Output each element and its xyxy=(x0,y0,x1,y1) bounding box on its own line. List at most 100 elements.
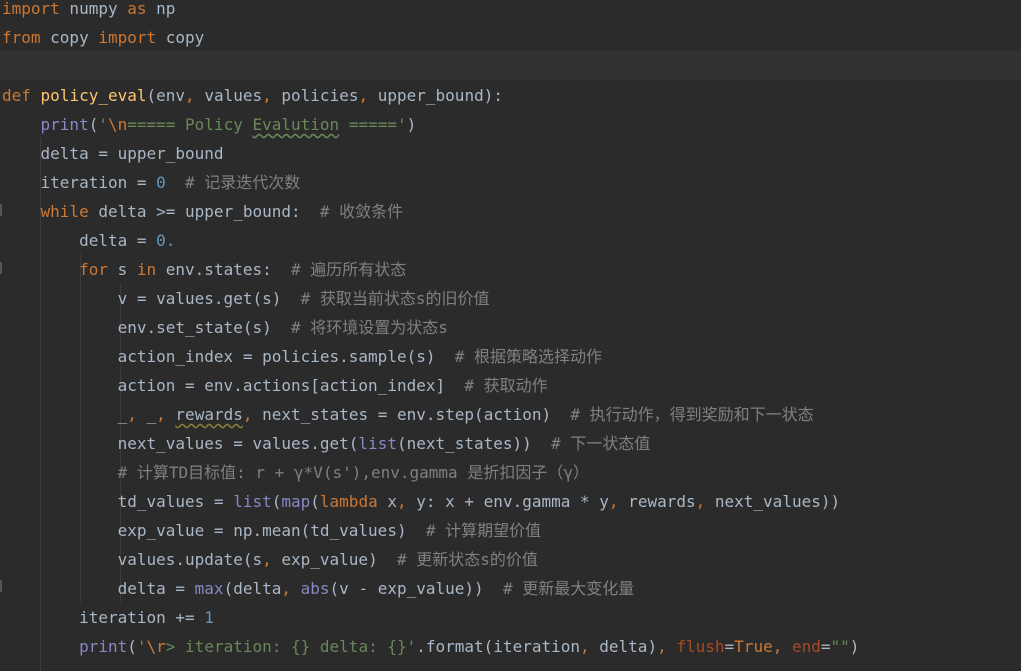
code-token: map xyxy=(281,492,311,511)
code-token: ( xyxy=(271,492,282,511)
code-token: # 执行动作，得到奖励和下一状态 xyxy=(551,405,814,424)
code-token: , xyxy=(281,579,291,598)
code-token: , xyxy=(657,637,667,656)
code-line[interactable]: for s in env.states: # 遍历所有状态 xyxy=(0,255,1021,284)
code-token: = xyxy=(724,637,735,656)
code-token: # 计算TD目标值: r + γ*V(s'),env.gamma 是折扣因子（γ… xyxy=(2,463,589,482)
code-token: values.update(s xyxy=(2,550,263,569)
code-token: # 更新状态s的价值 xyxy=(377,550,538,569)
code-line[interactable]: print('\r> iteration: {} delta: {}'.form… xyxy=(0,632,1021,661)
code-token: while xyxy=(40,202,89,221)
code-token: flush xyxy=(676,637,725,656)
code-token: ( xyxy=(127,637,137,656)
code-token: \r xyxy=(146,637,166,656)
code-line[interactable]: action_index = policies.sample(s) # 根据策略… xyxy=(0,342,1021,371)
code-token: next_states = env.step(action) xyxy=(252,405,552,424)
code-editor[interactable]: import numpy as np from copy import copy d… xyxy=(0,0,1021,671)
code-line[interactable]: exp_value = np.mean(td_values) # 计算期望价值 xyxy=(0,516,1021,545)
code-token: (delta xyxy=(223,579,282,598)
code-token: 0. xyxy=(156,231,176,250)
code-token: _ xyxy=(2,405,128,424)
code-token: td_values = xyxy=(2,492,234,511)
code-token: copy xyxy=(156,28,205,47)
code-token: def xyxy=(2,86,31,105)
code-line[interactable]: iteration = 0 # 记录迭代次数 xyxy=(0,168,1021,197)
code-token: # 遍历所有状态 xyxy=(271,260,407,279)
code-token: , xyxy=(185,86,195,105)
code-token: env.states: xyxy=(156,260,272,279)
code-token: max xyxy=(194,579,224,598)
code-token: ) xyxy=(849,637,860,656)
code-token: True xyxy=(734,637,773,656)
code-token: y: x + env.gamma * y xyxy=(406,492,609,511)
code-line[interactable]: from copy import copy xyxy=(0,23,1021,52)
code-line[interactable]: import numpy as np xyxy=(0,0,1021,23)
code-line[interactable]: _, _, rewards, next_states = env.step(ac… xyxy=(0,400,1021,429)
code-token: delta = xyxy=(2,231,157,250)
code-token: as xyxy=(127,0,147,18)
code-token: np xyxy=(146,0,176,18)
code-token: 1 xyxy=(204,608,214,627)
code-token: delta = xyxy=(2,579,195,598)
code-token: ) xyxy=(406,115,417,134)
code-line[interactable]: def policy_eval(env, values, policies, u… xyxy=(0,81,1021,110)
code-line[interactable]: v = values.get(s) # 获取当前状态s的旧价值 xyxy=(0,284,1021,313)
code-token: Evalution xyxy=(252,115,340,134)
code-token: # 收敛条件 xyxy=(300,202,404,221)
code-token: , xyxy=(358,86,369,105)
code-token: # 下一状态值 xyxy=(531,434,651,453)
code-line[interactable]: iteration += 1 xyxy=(0,603,1021,632)
code-token: , xyxy=(396,492,407,511)
code-token: print xyxy=(79,637,128,656)
code-line[interactable]: action = env.actions[action_index] # 获取动… xyxy=(0,371,1021,400)
code-token: _ xyxy=(136,405,157,424)
code-token: , xyxy=(695,492,706,511)
code-token: numpy xyxy=(59,0,128,18)
code-token: .format(iteration xyxy=(416,637,580,656)
code-token: "" xyxy=(830,637,850,656)
code-line[interactable]: while delta >= upper_bound: # 收敛条件 xyxy=(0,197,1021,226)
code-line[interactable]: env.set_state(s) # 将环境设置为状态s xyxy=(0,313,1021,342)
code-token: x xyxy=(377,492,397,511)
code-line[interactable]: print('\n===== Policy Evalution =====') xyxy=(0,110,1021,139)
code-token: policy_eval xyxy=(40,86,147,105)
code-token: , xyxy=(262,550,272,569)
code-token: action = env.actions[action_index] xyxy=(2,376,446,395)
code-line[interactable]: # 计算TD目标值: r + γ*V(s'),env.gamma 是折扣因子（γ… xyxy=(0,458,1021,487)
code-token: = xyxy=(820,637,831,656)
code-token: in xyxy=(136,260,157,279)
code-token: > iteration: {} delta: {}' xyxy=(165,637,417,656)
code-token: (v - exp_value)) xyxy=(329,579,484,598)
code-token: , xyxy=(127,405,137,424)
code-token: (env xyxy=(146,86,186,105)
code-token: , xyxy=(580,637,590,656)
code-line[interactable]: td_values = list(map(lambda x, y: x + en… xyxy=(0,487,1021,516)
code-token: , xyxy=(772,637,783,656)
code-token: from xyxy=(2,28,41,47)
code-line[interactable]: next_values = values.get(list(next_state… xyxy=(0,429,1021,458)
code-line[interactable]: delta = 0. xyxy=(0,226,1021,255)
code-line[interactable] xyxy=(0,52,1021,81)
code-token: # 更新最大变化量 xyxy=(483,579,635,598)
code-token: , xyxy=(608,492,619,511)
code-token: for xyxy=(79,260,108,279)
code-token: 0 xyxy=(156,173,166,192)
code-token: import xyxy=(2,0,60,18)
code-token: copy xyxy=(40,28,99,47)
code-token: next_values = values.get( xyxy=(2,434,359,453)
code-token: env.set_state(s) xyxy=(2,318,272,337)
code-token: delta = upper_bound xyxy=(2,144,224,163)
code-line[interactable]: delta = upper_bound xyxy=(0,139,1021,168)
code-token: ( xyxy=(310,492,320,511)
code-token: upper_bound): xyxy=(368,86,503,105)
code-token: list xyxy=(358,434,397,453)
code-line[interactable]: values.update(s, exp_value) # 更新状态s的价值 xyxy=(0,545,1021,574)
code-token: # 计算期望价值 xyxy=(406,521,542,540)
code-line[interactable]: delta = max(delta, abs(v - exp_value)) #… xyxy=(0,574,1021,603)
code-token: v = values.get(s) xyxy=(2,289,282,308)
